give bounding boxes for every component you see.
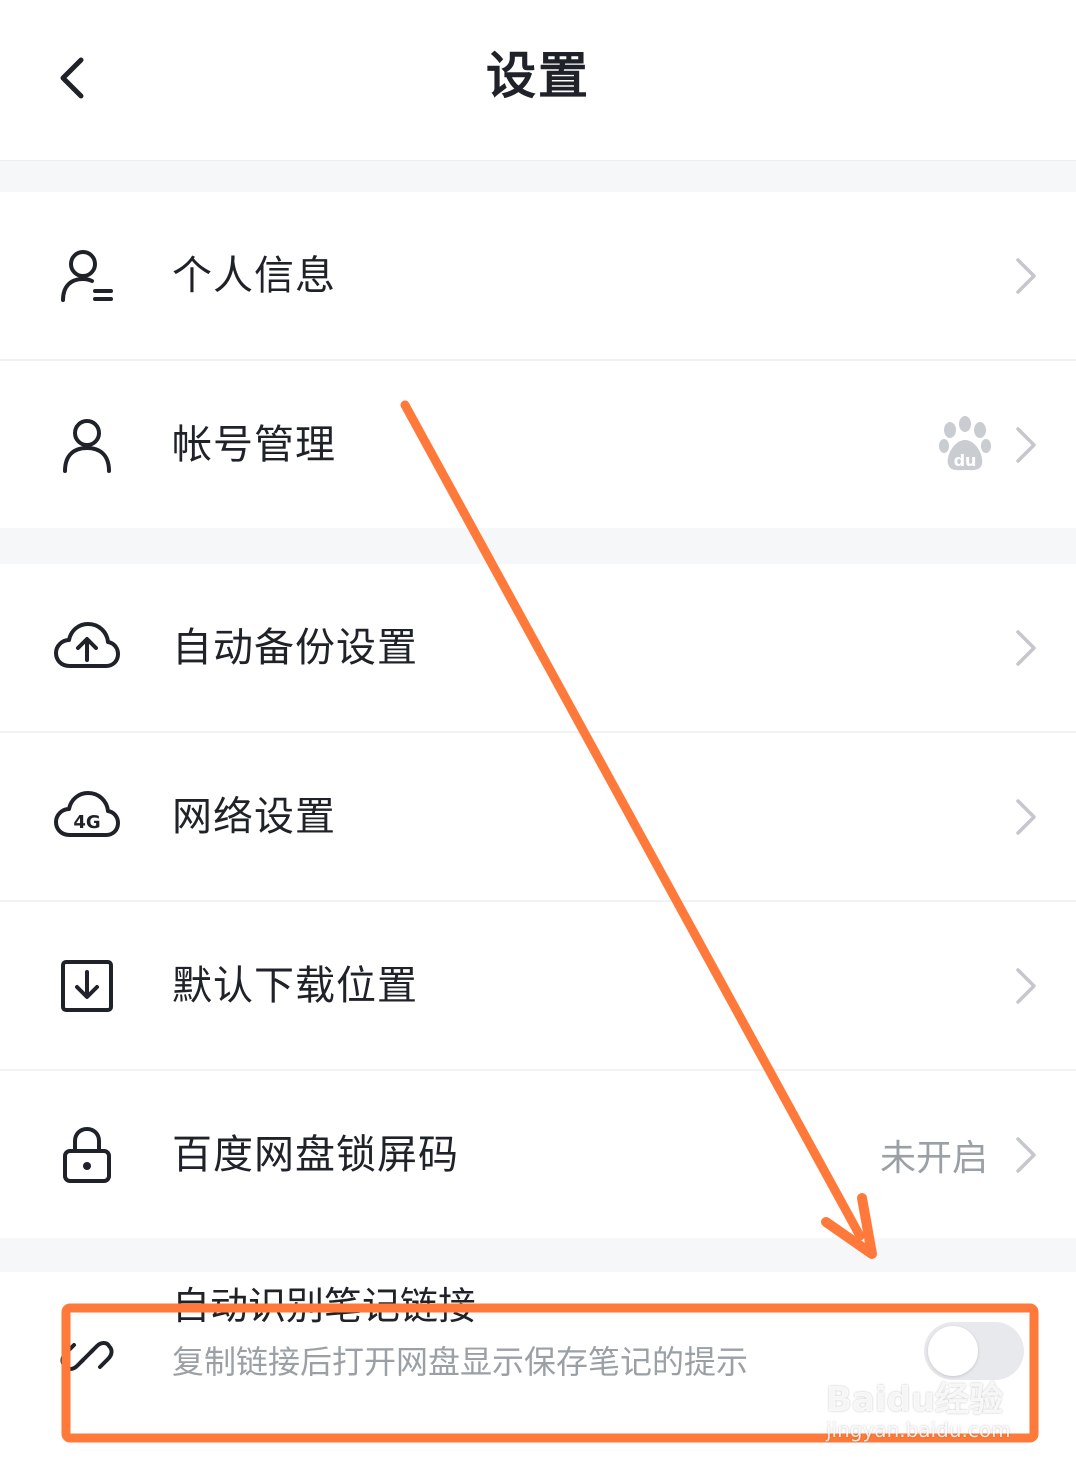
settings-group-general: 自动备份设置 4G 网络设置 默认下载位置 百度网盘锁屏码 未开启: [0, 564, 1076, 1238]
settings-item-subtitle: 复制链接后打开网盘显示保存笔记的提示: [172, 1343, 749, 1381]
chevron-right-icon: [1016, 629, 1036, 666]
lock-icon: [52, 1120, 122, 1190]
settings-item-label: 帐号管理: [172, 421, 336, 468]
settings-item-account-management[interactable]: 帐号管理 du: [0, 361, 1076, 528]
settings-item-label: 网络设置: [172, 793, 336, 840]
settings-item-download-location[interactable]: 默认下载位置: [0, 902, 1076, 1071]
link-icon: [52, 1321, 122, 1391]
settings-item-personal-info[interactable]: 个人信息: [0, 192, 1076, 361]
baidu-paw-icon: du: [939, 415, 991, 470]
chevron-right-icon: [1016, 967, 1036, 1004]
settings-item-lock-screen[interactable]: 百度网盘锁屏码 未开启: [0, 1071, 1076, 1238]
chevron-right-icon: [1016, 1136, 1036, 1173]
settings-item-label: 百度网盘锁屏码: [172, 1131, 459, 1178]
person-icon: [52, 410, 122, 480]
watermark-logo: Baidu经验: [826, 1380, 1004, 1420]
svg-text:4G: 4G: [73, 812, 100, 833]
settings-item-label: 个人信息: [172, 252, 336, 299]
cloud-upload-icon: [52, 613, 122, 683]
settings-item-label: 自动备份设置: [172, 624, 418, 671]
settings-item-auto-backup[interactable]: 自动备份设置: [0, 564, 1076, 733]
svg-text:du: du: [954, 451, 977, 470]
page-title: 设置: [486, 47, 590, 105]
settings-item-network[interactable]: 4G 网络设置: [0, 733, 1076, 902]
chevron-right-icon: [1016, 257, 1036, 294]
download-box-icon: [52, 951, 122, 1021]
lock-status-value: 未开启: [879, 1137, 988, 1179]
person-info-icon: [52, 241, 122, 311]
nav-bar: 设置: [0, 0, 1076, 161]
settings-item-label: 默认下载位置: [172, 962, 418, 1009]
cloud-4g-icon: 4G: [52, 782, 122, 852]
chevron-right-icon: [1016, 798, 1036, 835]
watermark-url: jingyan.baidu.com: [826, 1418, 1011, 1442]
settings-group-account: 个人信息 帐号管理 du: [0, 192, 1076, 528]
settings-item-title: 自动识别笔记链接: [172, 1284, 477, 1328]
chevron-right-icon: [1016, 426, 1036, 463]
